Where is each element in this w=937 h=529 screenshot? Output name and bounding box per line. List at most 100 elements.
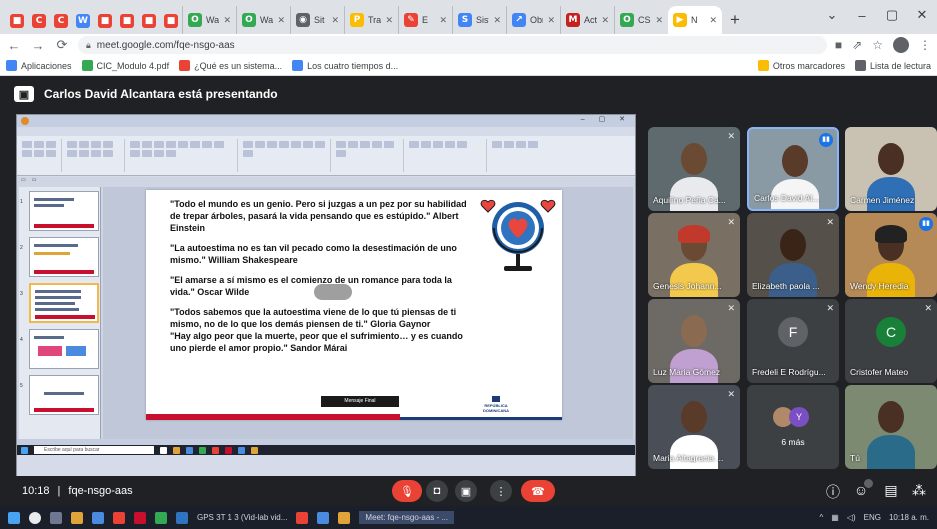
browser-tab[interactable]: M Activ✕ — [560, 6, 614, 34]
pinned-tab[interactable]: ■ — [116, 8, 138, 34]
task-view-icon[interactable] — [50, 511, 62, 524]
tab-close-icon[interactable]: ✕ — [277, 15, 285, 26]
quote-text: "Todos sabemos que la autoestima viene d… — [170, 307, 463, 353]
participant-tile[interactable]: Carlos David Al... ▮▮ — [747, 127, 839, 211]
bookmark-item[interactable]: Los cuatro tiempos d... — [292, 60, 398, 71]
camera-indicator-icon[interactable]: ■ — [835, 38, 842, 52]
tray-up-icon[interactable]: ^ — [819, 513, 823, 522]
pinned-tab[interactable]: ■ — [160, 8, 182, 34]
participant-tile[interactable]: Maria Altagracia ... ✕ — [648, 385, 740, 469]
bookmark-item[interactable]: Lista de lectura — [854, 60, 931, 71]
participant-tile[interactable]: Carmen Jiménez — [845, 127, 937, 211]
people-icon[interactable]: ☺︎ — [852, 479, 873, 498]
close-window-button[interactable]: ✕ — [907, 0, 937, 30]
search-icon[interactable] — [29, 511, 41, 524]
browser-tab[interactable]: ↗ Obra ✕ — [506, 6, 560, 34]
excel-icon[interactable] — [155, 511, 167, 524]
share-icon[interactable]: ⇗ — [852, 38, 862, 52]
taskbar-meet-window[interactable]: Meet: fqe-nsgo-aas - ... — [359, 511, 455, 524]
address-bar[interactable]: 🔒︎ meet.google.com/fqe-nsgo-aas — [78, 36, 827, 54]
participant-tile[interactable]: Tú — [845, 385, 937, 469]
file-explorer-icon[interactable] — [71, 511, 83, 524]
reload-icon[interactable]: ⟳ — [54, 37, 70, 53]
bookmark-item[interactable]: Otros marcadores — [757, 60, 845, 71]
participant-tile[interactable]: F Fredeli E Rodrígu... ✕ — [747, 299, 839, 383]
browser-tab[interactable]: O Wasi✕ — [236, 6, 290, 34]
pinned-tab[interactable]: ■ — [94, 8, 116, 34]
browser-tab-strip: ■CCW■■■■ OWasi✕OWasi✕◉Sit for✕PTras✕✎E✕S… — [0, 0, 937, 34]
tab-close-icon[interactable]: ✕ — [709, 15, 717, 26]
participant-video — [670, 349, 718, 383]
participant-tile[interactable]: Luz Maria Gómez ✕ — [648, 299, 740, 383]
clock[interactable]: 10:18 a. m. — [889, 513, 929, 522]
browser-tab[interactable]: P Tras✕ — [344, 6, 398, 34]
present-now-button[interactable]: ▣ — [455, 480, 477, 502]
bookmark-star-icon[interactable]: ☆ — [872, 38, 883, 52]
tab-close-icon[interactable]: ✕ — [439, 15, 447, 26]
browser-tab[interactable]: ✎ E ✕ — [398, 6, 452, 34]
back-icon[interactable]: ← — [6, 38, 22, 53]
mic-off-button[interactable]: 🎙︎ — [392, 480, 422, 502]
bookmark-item[interactable]: Aplicaciones — [6, 60, 72, 71]
tab-favicon-icon: M — [566, 13, 580, 27]
participant-tile[interactable]: Aquilino Peña Ca... ✕ — [648, 127, 740, 211]
slide-final-message-button[interactable]: Mensaje Final — [321, 396, 399, 407]
bookmark-item[interactable]: CIC_Modulo 4.pdf — [81, 60, 169, 71]
browser-tab[interactable]: O CS W ✕ — [614, 6, 668, 34]
tab-title: Activ — [584, 15, 598, 25]
participant-tile[interactable]: Y 6 más — [747, 385, 839, 469]
activities-icon[interactable]: ⁂ — [910, 482, 928, 499]
edge-icon[interactable] — [92, 511, 104, 524]
tab-close-icon[interactable]: ✕ — [601, 15, 609, 26]
lock-icon[interactable]: 🔒︎ — [86, 40, 91, 51]
browser-tab[interactable]: ◉ Sit for ✕ — [290, 6, 344, 34]
minimize-button[interactable]: – — [847, 0, 877, 30]
volume-icon[interactable]: ◁) — [847, 513, 856, 522]
tab-close-icon[interactable]: ✕ — [493, 15, 501, 26]
browser-tab[interactable]: O Wasi✕ — [182, 6, 236, 34]
tab-close-icon[interactable]: ✕ — [385, 15, 393, 26]
slide-thumbnail-selected[interactable] — [29, 283, 99, 323]
menu-kebab-icon[interactable]: ⋮ — [919, 38, 931, 52]
tab-close-icon[interactable]: ✕ — [331, 15, 339, 26]
forward-icon[interactable]: → — [30, 38, 46, 53]
more-options-button[interactable]: ⋮ — [490, 480, 512, 502]
browser-tab[interactable]: S Siste ✕ — [452, 6, 506, 34]
profile-avatar[interactable] — [893, 37, 909, 53]
language-indicator[interactable]: ENG — [864, 513, 881, 522]
powerpoint-icon[interactable] — [134, 511, 146, 524]
pinned-tab[interactable]: W — [72, 8, 94, 34]
participant-tile[interactable]: Elizabeth paola ... ✕ — [747, 213, 839, 297]
participant-tile[interactable]: C Cristofer Mateo ✕ — [845, 299, 937, 383]
chat-icon[interactable]: ▤ — [882, 482, 900, 499]
network-icon[interactable]: ▦ — [831, 513, 839, 522]
slide-thumbnail[interactable] — [29, 191, 99, 231]
taskbar-app-icon[interactable] — [317, 511, 330, 524]
leave-call-button[interactable]: ☎︎ — [521, 480, 555, 502]
chrome-icon[interactable] — [113, 511, 125, 524]
tab-close-icon[interactable]: ✕ — [655, 15, 663, 26]
slide-thumbnail[interactable] — [29, 375, 99, 415]
meeting-details-icon[interactable]: ⓘ — [824, 482, 842, 502]
pinned-tab[interactable]: C — [50, 8, 72, 34]
tab-close-icon[interactable]: ✕ — [223, 15, 231, 26]
slide-thumbnail[interactable] — [29, 237, 99, 277]
windows-start-icon[interactable] — [8, 511, 20, 524]
maximize-button[interactable]: ▢ — [877, 0, 907, 30]
pinned-tab[interactable]: C — [28, 8, 50, 34]
participant-tile[interactable]: Genesis Johann... ✕ — [648, 213, 740, 297]
taskbar-app-icon[interactable] — [338, 511, 351, 524]
tab-close-icon[interactable]: ✕ — [547, 15, 555, 26]
taskbar-app-icon[interactable] — [296, 511, 309, 524]
pinned-tab[interactable]: ■ — [138, 8, 160, 34]
camera-button[interactable]: ◘ — [426, 480, 448, 502]
browser-tab-active[interactable]: ▶ N ✕ — [668, 6, 722, 34]
taskbar-app-label[interactable]: GPS 3T 1 3 (Vid-lab vid... — [197, 513, 287, 522]
slide-thumbnail[interactable] — [29, 329, 99, 369]
new-tab-button[interactable]: + — [722, 6, 748, 34]
participant-tile[interactable]: Wendy Heredia ▮▮ — [845, 213, 937, 297]
word-icon[interactable] — [176, 511, 188, 524]
pinned-tab[interactable]: ■ — [6, 8, 28, 34]
bookmark-item[interactable]: ¿Qué es un sistema... — [179, 60, 282, 71]
tab-search-icon[interactable]: ⌄ — [817, 0, 847, 30]
